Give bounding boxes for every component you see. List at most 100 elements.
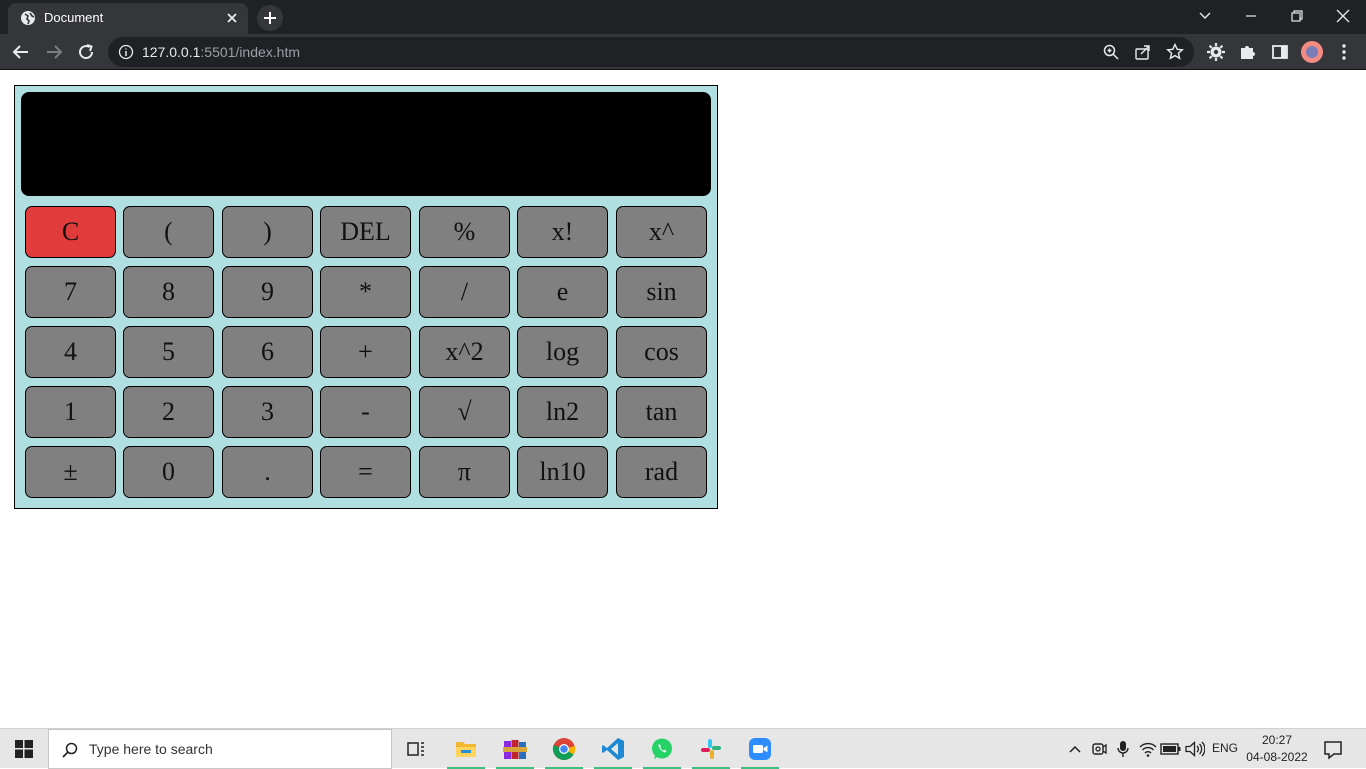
bookmark-star-icon[interactable]	[1166, 43, 1184, 61]
taskbar-app-whatsapp[interactable]	[639, 729, 685, 769]
taskbar-search-input[interactable]: Type here to search	[48, 729, 392, 769]
key-digit-5-button[interactable]: 5	[123, 326, 214, 378]
key-factorial-button[interactable]: x!	[517, 206, 608, 258]
share-icon[interactable]	[1134, 43, 1152, 61]
restore-button[interactable]	[1274, 0, 1320, 32]
chevron-up-icon	[1069, 745, 1081, 753]
microphone-icon	[1117, 741, 1129, 757]
plus-icon	[264, 12, 276, 24]
battery-charging-icon	[1160, 743, 1181, 755]
key-sin-button[interactable]: sin	[616, 266, 707, 318]
taskbar-app-chrome[interactable]	[541, 729, 587, 769]
key-digit-6-button[interactable]: 6	[222, 326, 313, 378]
clock-date: 04-08-2022	[1246, 750, 1308, 764]
key-multiply-button[interactable]: *	[320, 266, 411, 318]
key-decimal-point-button[interactable]: .	[222, 446, 313, 498]
taskbar-app-winrar[interactable]	[492, 729, 538, 769]
key-digit-9-button[interactable]: 9	[222, 266, 313, 318]
key-rad-button[interactable]: rad	[616, 446, 707, 498]
key-ln10-button[interactable]: ln10	[517, 446, 608, 498]
tray-battery-button[interactable]	[1160, 729, 1182, 769]
tab-title: Document	[44, 10, 104, 25]
key-ln2-button[interactable]: ln2	[517, 386, 608, 438]
taskbar-app-file-explorer[interactable]	[443, 729, 489, 769]
side-panel-icon[interactable]	[1270, 42, 1290, 62]
taskbar-app-zoom[interactable]	[737, 729, 783, 769]
chrome-icon	[552, 738, 576, 760]
show-hidden-icons-button[interactable]	[1066, 729, 1084, 769]
key-digit-7-button[interactable]: 7	[25, 266, 116, 318]
wifi-icon	[1139, 742, 1157, 757]
new-tab-button[interactable]	[257, 5, 283, 31]
key-tan-button[interactable]: tan	[616, 386, 707, 438]
winrar-books-icon	[503, 740, 527, 759]
tray-camera-button[interactable]	[1090, 729, 1108, 769]
browser-tab[interactable]: Document	[8, 3, 248, 34]
extensions-puzzle-icon[interactable]	[1238, 42, 1258, 62]
key-log-button[interactable]: log	[517, 326, 608, 378]
key-delete-button[interactable]: DEL	[320, 206, 411, 258]
key-digit-8-button[interactable]: 8	[123, 266, 214, 318]
key-square-root-button[interactable]: √	[419, 386, 510, 438]
key-plus-minus-button[interactable]: ±	[25, 446, 116, 498]
tray-volume-button[interactable]	[1184, 729, 1206, 769]
close-window-button[interactable]	[1320, 0, 1366, 32]
key-digit-1-button[interactable]: 1	[25, 386, 116, 438]
key-digit-4-button[interactable]: 4	[25, 326, 116, 378]
input-language-indicator[interactable]: ENG	[1212, 741, 1238, 755]
taskbar-app-vscode[interactable]	[590, 729, 636, 769]
key-square-button[interactable]: x^2	[419, 326, 510, 378]
folder-icon	[456, 742, 476, 757]
calculator: C() DEL% x! x^ 7 8 9 * / e sin 4 5 6 + x^2 log cos 1 2 3- √ ln…	[14, 85, 718, 509]
task-view-icon	[407, 742, 424, 756]
extension-gear-icon[interactable]	[1206, 42, 1226, 62]
profile-avatar[interactable]	[1301, 41, 1323, 63]
restore-icon	[1291, 10, 1303, 22]
minimize-button[interactable]	[1228, 0, 1274, 32]
forward-button[interactable]	[41, 39, 67, 65]
key-clear-button[interactable]: C	[25, 206, 116, 258]
notification-center-icon[interactable]	[1320, 737, 1346, 763]
back-button[interactable]	[8, 39, 34, 65]
key-open-paren-button[interactable]: (	[123, 206, 214, 258]
key-digit-2-button[interactable]: 2	[123, 386, 214, 438]
tray-microphone-button[interactable]	[1114, 729, 1132, 769]
reload-button[interactable]	[73, 39, 99, 65]
key-close-paren-button[interactable]: )	[222, 206, 313, 258]
key-subtract-button[interactable]: -	[320, 386, 411, 438]
browser-toolbar: 127.0.0.1:5501/index.htm	[0, 34, 1366, 70]
task-view-button[interactable]	[393, 729, 439, 769]
menu-kebab-icon[interactable]	[1334, 42, 1354, 62]
speaker-volume-icon	[1185, 741, 1205, 757]
windows-logo-icon	[15, 740, 33, 758]
key-digit-3-button[interactable]: 3	[222, 386, 313, 438]
close-icon	[1336, 9, 1350, 23]
key-equals-button[interactable]: =	[320, 446, 411, 498]
key-euler-e-button[interactable]: e	[517, 266, 608, 318]
windows-taskbar: Type here to search ENG 20:27 04-08-2022	[0, 728, 1366, 769]
tray-wifi-button[interactable]	[1138, 729, 1158, 769]
key-percent-button[interactable]: %	[419, 206, 510, 258]
address-bar[interactable]: 127.0.0.1:5501/index.htm	[108, 37, 1194, 67]
search-icon	[62, 742, 78, 758]
key-power-button[interactable]: x^	[616, 206, 707, 258]
taskbar-app-slack[interactable]	[688, 729, 734, 769]
key-cos-button[interactable]: cos	[616, 326, 707, 378]
browser-titlebar: Document	[0, 0, 1366, 34]
key-divide-button[interactable]: /	[419, 266, 510, 318]
slack-icon	[701, 739, 721, 759]
tab-search-button[interactable]	[1182, 0, 1228, 32]
minimize-icon	[1246, 15, 1256, 17]
vscode-icon	[602, 738, 624, 760]
close-tab-icon[interactable]	[224, 10, 240, 26]
key-digit-0-button[interactable]: 0	[123, 446, 214, 498]
taskbar-clock[interactable]: 20:27 04-08-2022	[1242, 732, 1312, 766]
camera-in-use-icon	[1092, 743, 1107, 755]
reload-icon	[79, 44, 94, 60]
zoom-icon[interactable]	[1102, 43, 1120, 61]
start-button[interactable]	[0, 729, 48, 769]
key-pi-button[interactable]: π	[419, 446, 510, 498]
url-text[interactable]: 127.0.0.1:5501/index.htm	[142, 44, 300, 60]
info-icon[interactable]	[118, 44, 134, 60]
key-add-button[interactable]: +	[320, 326, 411, 378]
